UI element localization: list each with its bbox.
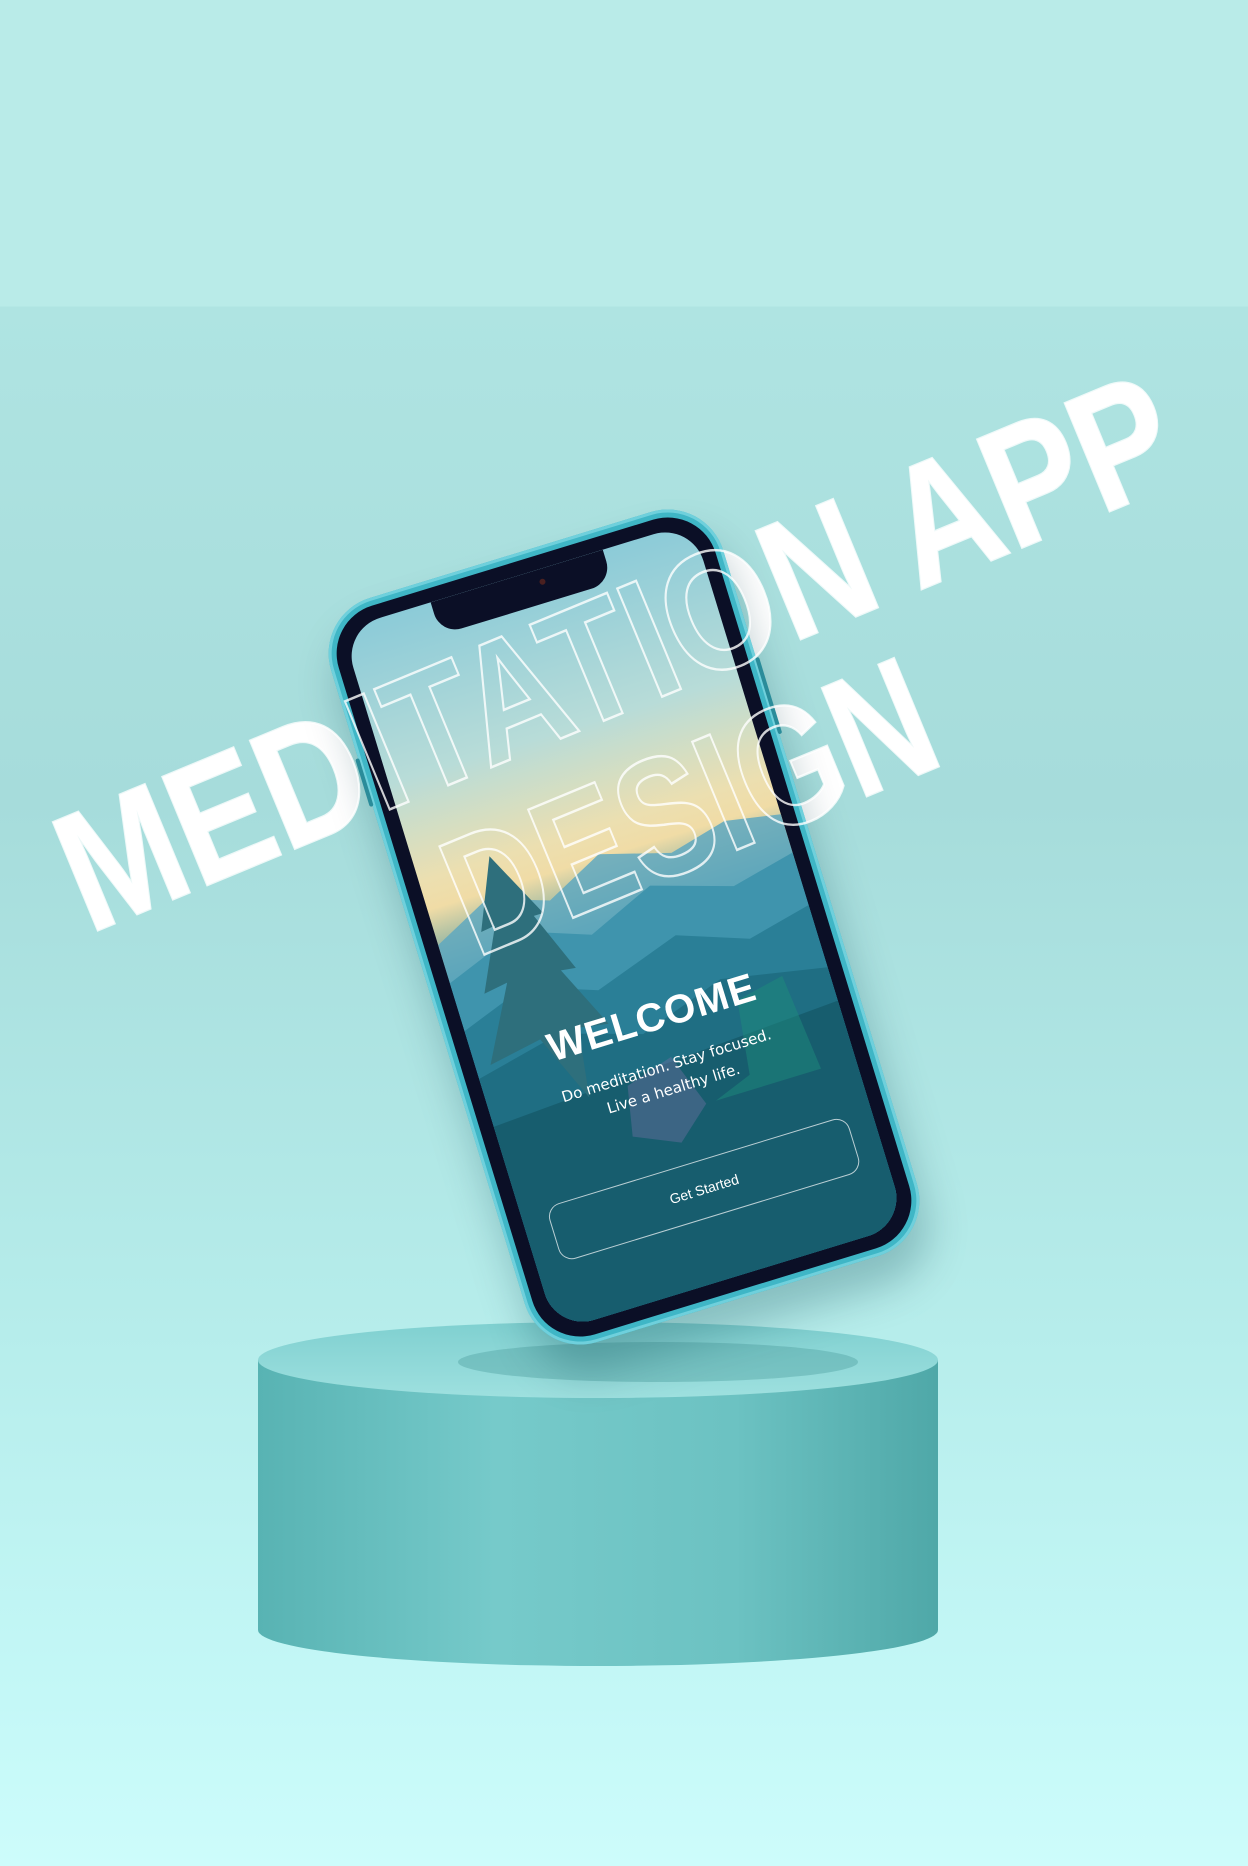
phone-bezel: WELCOME Do meditation. Stay focused. Liv… bbox=[324, 505, 924, 1349]
phone-mockup: WELCOME Do meditation. Stay focused. Liv… bbox=[314, 495, 934, 1359]
pedestal bbox=[258, 1322, 938, 1666]
app-screen: WELCOME Do meditation. Stay focused. Liv… bbox=[341, 522, 907, 1332]
camera-icon bbox=[538, 577, 547, 586]
